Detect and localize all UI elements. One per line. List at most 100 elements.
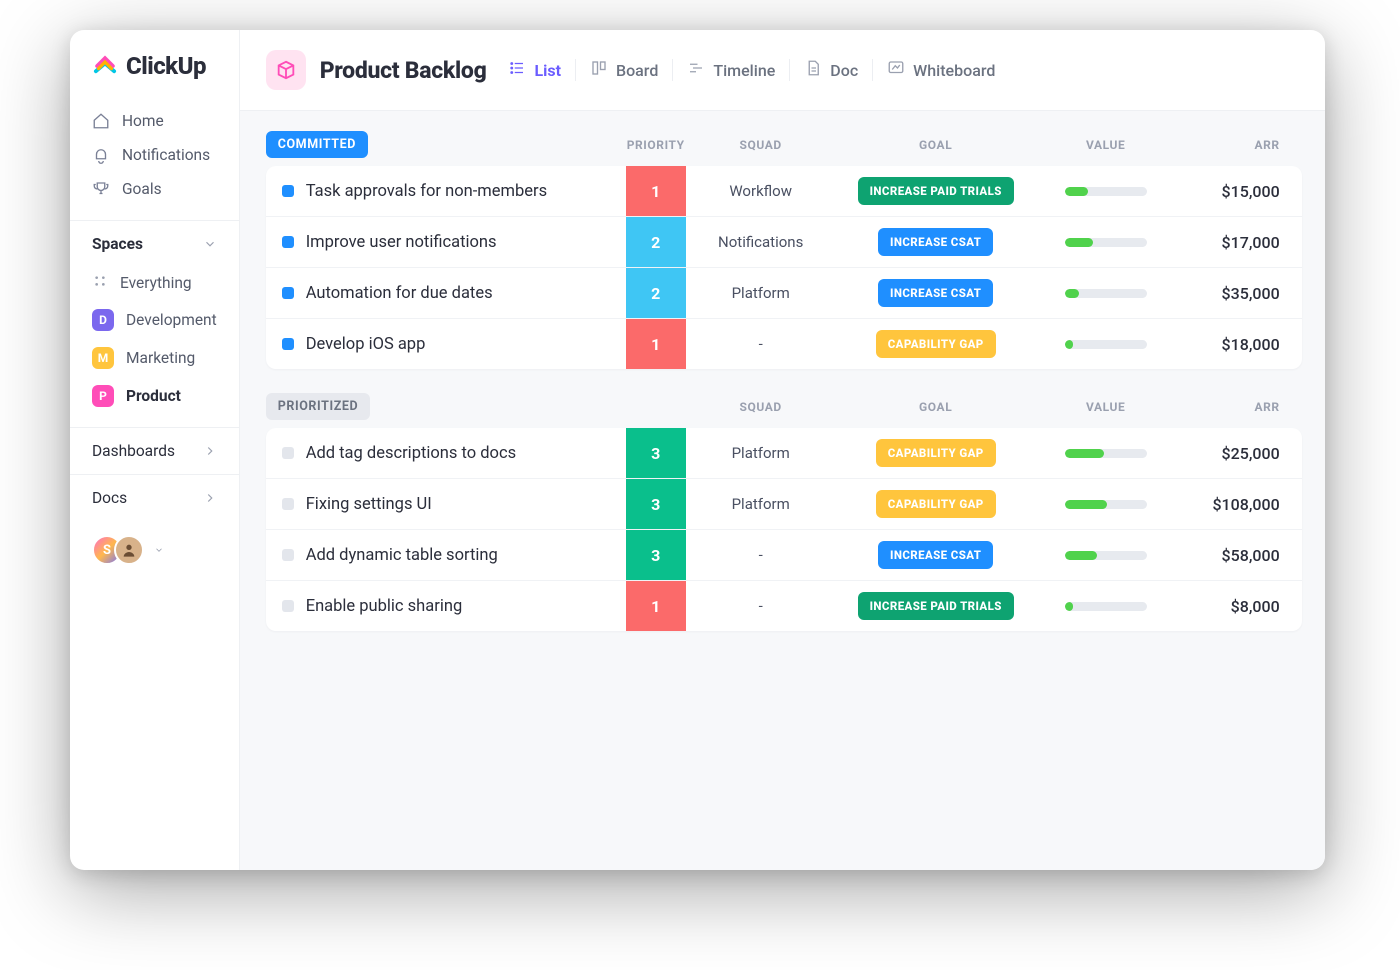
space-item-everything[interactable]: Everything: [80, 265, 229, 301]
col-squad: SQUAD: [686, 400, 836, 414]
progress-bar: [1065, 500, 1147, 509]
goal-pill[interactable]: INCREASE CSAT: [878, 541, 993, 569]
col-arr: ARR: [1176, 138, 1296, 152]
task-title: Fixing settings UI: [306, 495, 432, 514]
task-row[interactable]: Improve user notifications 2 Notificatio…: [266, 216, 1302, 267]
view-tab-whiteboard[interactable]: Whiteboard: [887, 59, 995, 81]
nav-dashboards[interactable]: Dashboards: [70, 427, 239, 474]
nav-docs[interactable]: Docs: [70, 474, 239, 521]
home-icon: [92, 112, 110, 130]
view-tab-doc[interactable]: Doc: [804, 59, 858, 81]
status-square-icon[interactable]: [282, 287, 294, 299]
arr-cell: $25,000: [1176, 444, 1296, 463]
bell-icon: [92, 146, 110, 164]
arr-cell: $18,000: [1176, 335, 1296, 354]
progress-bar: [1065, 238, 1147, 247]
trophy-icon: [92, 180, 110, 198]
view-tab-timeline[interactable]: Timeline: [687, 59, 775, 81]
task-title: Improve user notifications: [306, 233, 497, 252]
view-label: Timeline: [713, 61, 775, 80]
nav-home-label: Home: [122, 112, 164, 130]
task-cell: Automation for due dates: [266, 272, 626, 315]
value-cell: [1036, 289, 1176, 298]
nav-notifications[interactable]: Notifications: [80, 138, 229, 172]
status-square-icon[interactable]: [282, 185, 294, 197]
primary-nav: Home Notifications Goals: [70, 98, 239, 220]
view-tab-board[interactable]: Board: [590, 59, 658, 81]
task-cell: Improve user notifications: [266, 221, 626, 264]
space-item-marketing[interactable]: MMarketing: [80, 339, 229, 377]
squad-cell: Workflow: [686, 182, 836, 200]
separator: [672, 59, 673, 81]
priority-cell[interactable]: 2: [626, 217, 686, 267]
squad-cell: Platform: [686, 284, 836, 302]
goal-pill[interactable]: INCREASE PAID TRIALS: [858, 592, 1014, 620]
space-badge: D: [92, 309, 114, 331]
caret-down-icon: [154, 545, 164, 555]
task-row[interactable]: Enable public sharing 1 - INCREASE PAID …: [266, 580, 1302, 631]
priority-cell[interactable]: 1: [626, 581, 686, 631]
progress-bar: [1065, 602, 1147, 611]
status-square-icon[interactable]: [282, 600, 294, 612]
progress-bar: [1065, 551, 1147, 560]
page-title: Product Backlog: [320, 57, 487, 84]
view-label: Doc: [830, 61, 858, 80]
group-name-pill[interactable]: COMMITTED: [266, 131, 368, 158]
user-avatars[interactable]: S: [70, 521, 239, 579]
nav-docs-label: Docs: [92, 489, 127, 507]
priority-cell[interactable]: 3: [626, 530, 686, 580]
spaces-header[interactable]: Spaces: [70, 235, 239, 261]
priority-cell[interactable]: 2: [626, 268, 686, 318]
task-cell: Enable public sharing: [266, 585, 626, 628]
goal-pill[interactable]: CAPABILITY GAP: [876, 490, 996, 518]
status-square-icon[interactable]: [282, 498, 294, 510]
view-label: Whiteboard: [913, 61, 995, 80]
space-item-development[interactable]: DDevelopment: [80, 301, 229, 339]
task-row[interactable]: Add tag descriptions to docs 3 Platform …: [266, 428, 1302, 478]
goal-pill[interactable]: INCREASE PAID TRIALS: [858, 177, 1014, 205]
status-square-icon[interactable]: [282, 549, 294, 561]
spaces-header-label: Spaces: [92, 235, 143, 253]
status-square-icon[interactable]: [282, 236, 294, 248]
brand[interactable]: ClickUp: [70, 52, 239, 98]
value-cell: [1036, 187, 1176, 196]
task-row[interactable]: Add dynamic table sorting 3 - INCREASE C…: [266, 529, 1302, 580]
progress-bar: [1065, 449, 1147, 458]
view-tab-list[interactable]: List: [508, 59, 561, 81]
task-row[interactable]: Automation for due dates 2 Platform INCR…: [266, 267, 1302, 318]
task-row[interactable]: Develop iOS app 1 - CAPABILITY GAP $18,0…: [266, 318, 1302, 369]
value-cell: [1036, 500, 1176, 509]
task-title: Task approvals for non-members: [306, 182, 547, 201]
task-row[interactable]: Fixing settings UI 3 Platform CAPABILITY…: [266, 478, 1302, 529]
squad-cell: Platform: [686, 495, 836, 513]
separator: [575, 59, 576, 81]
task-row[interactable]: Task approvals for non-members 1 Workflo…: [266, 166, 1302, 216]
goal-pill[interactable]: INCREASE CSAT: [878, 228, 993, 256]
priority-cell[interactable]: 1: [626, 166, 686, 216]
goal-pill[interactable]: INCREASE CSAT: [878, 279, 993, 307]
goal-cell: INCREASE CSAT: [836, 541, 1036, 569]
priority-cell[interactable]: 3: [626, 428, 686, 478]
group-name-pill[interactable]: PRIORITIZED: [266, 393, 371, 420]
col-arr: ARR: [1176, 400, 1296, 414]
task-title: Enable public sharing: [306, 597, 463, 616]
value-cell: [1036, 602, 1176, 611]
squad-cell: -: [686, 597, 836, 615]
space-label: Everything: [120, 274, 192, 292]
view-label: List: [534, 61, 561, 80]
priority-cell[interactable]: 1: [626, 319, 686, 369]
status-square-icon[interactable]: [282, 447, 294, 459]
nav-goals[interactable]: Goals: [80, 172, 229, 206]
space-item-product[interactable]: PProduct: [80, 377, 229, 415]
status-square-icon[interactable]: [282, 338, 294, 350]
goal-pill[interactable]: CAPABILITY GAP: [876, 439, 996, 467]
task-cell: Add tag descriptions to docs: [266, 432, 626, 475]
priority-cell[interactable]: 3: [626, 479, 686, 529]
task-title: Develop iOS app: [306, 335, 426, 354]
goal-pill[interactable]: CAPABILITY GAP: [876, 330, 996, 358]
task-rows: Add tag descriptions to docs 3 Platform …: [266, 428, 1302, 631]
whiteboard-icon: [887, 59, 905, 81]
nav-home[interactable]: Home: [80, 104, 229, 138]
arr-cell: $35,000: [1176, 284, 1296, 303]
separator: [789, 59, 790, 81]
